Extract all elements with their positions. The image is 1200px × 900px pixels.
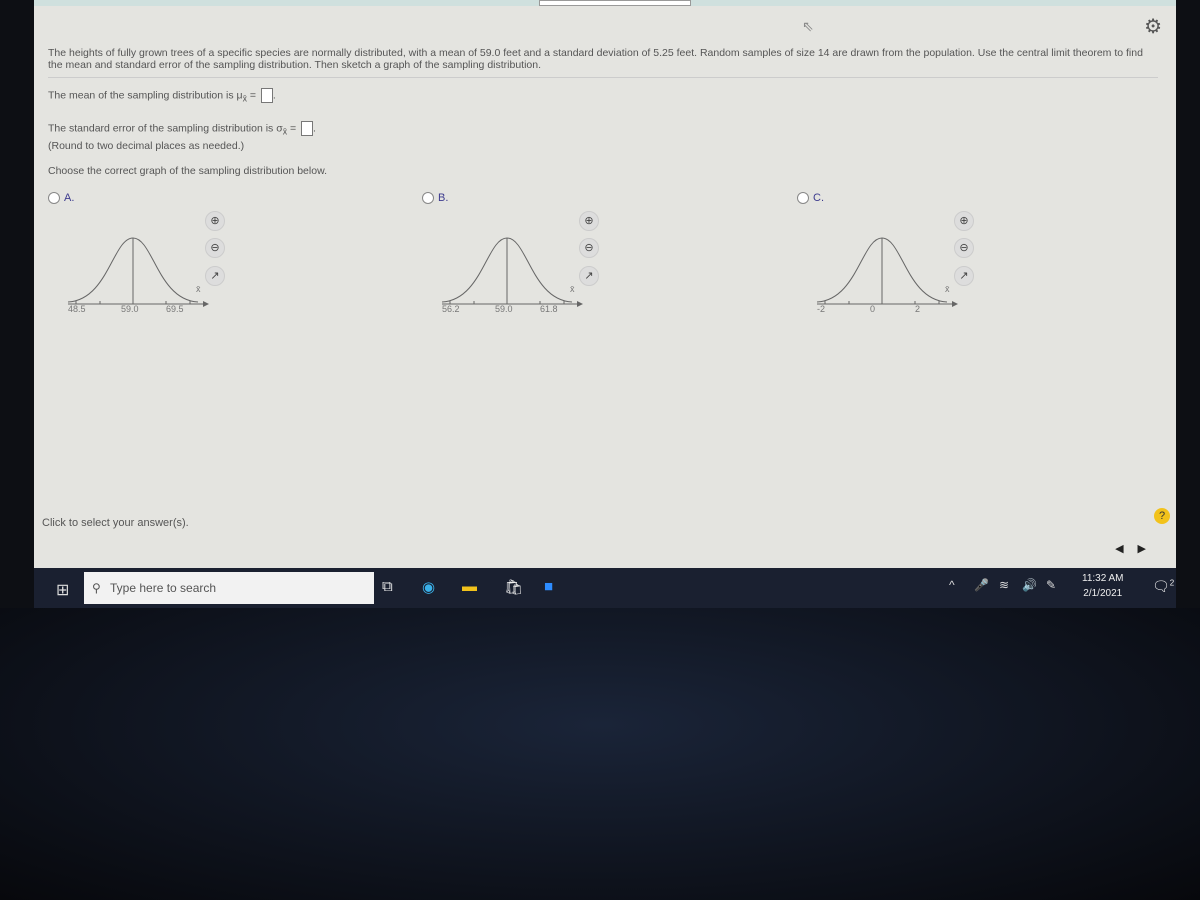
zoom-app-icon[interactable]: ■ (544, 578, 553, 595)
volume-icon[interactable]: 🔊 (1022, 578, 1037, 592)
wifi-icon[interactable]: ≋ (999, 578, 1009, 592)
notifications-icon[interactable]: 🗨2 (1152, 578, 1174, 595)
search-icon: ⚲ (92, 581, 101, 595)
option-b[interactable]: B. (422, 192, 448, 205)
prev-icon[interactable]: ◀ (1115, 543, 1137, 555)
zoom-in-icon[interactable]: ⊕ (579, 211, 599, 231)
graph-a: x̄ 48.5 59.0 69.5 (67, 232, 218, 322)
tick-label: 61.8 (540, 304, 558, 314)
zoom-in-icon[interactable]: ⊕ (205, 211, 225, 231)
tick-label: 59.0 (121, 304, 139, 314)
axis-arrow (952, 301, 958, 307)
gear-icon[interactable]: ⚙ (1144, 14, 1162, 39)
graph-b: x̄ 56.2 59.0 61.8 (441, 232, 592, 322)
edge-icon[interactable]: ◉ (422, 578, 435, 596)
tick-label: -2 (817, 304, 826, 314)
keyboard-background (0, 608, 1200, 900)
tick-label: 2 (915, 304, 921, 314)
tab[interactable] (539, 0, 691, 6)
tick-label: 48.5 (68, 304, 86, 314)
tick-label: 0 (870, 304, 876, 314)
status-text: Click to select your answer(s). (42, 517, 189, 529)
se-input[interactable] (301, 121, 314, 136)
browser-screen: ⇖ ⚙ The heights of fully grown trees of … (34, 0, 1176, 568)
axis-label: x̄ (945, 284, 950, 294)
mean-input[interactable] (260, 88, 273, 103)
axis-arrow (203, 301, 209, 307)
open-external-icon[interactable]: ↗ (579, 266, 599, 286)
radio-button[interactable] (797, 192, 809, 205)
zoom-out-icon[interactable]: ⊖ (954, 238, 974, 258)
option-c[interactable]: C. (797, 192, 824, 205)
axis-arrow (577, 301, 583, 307)
pen-icon[interactable]: ✎ (1046, 578, 1056, 592)
option-a[interactable]: A. (48, 192, 74, 205)
task-view-icon[interactable]: ⧉ (382, 578, 393, 595)
microphone-icon[interactable]: 🎤 (974, 578, 989, 592)
windows-start-icon[interactable]: ⊞ (56, 580, 69, 600)
taskbar: ⊞ ⚲ Type here to search ⧉ ◉ ▬ 🛍 ■ ^ 🎤 ≋ 🔊… (34, 568, 1176, 608)
axis-label: x̄ (196, 284, 201, 294)
zoom-out-icon[interactable]: ⊖ (579, 238, 599, 258)
graph-c: x̄ -2 0 2 (816, 232, 967, 322)
zoom-in-icon[interactable]: ⊕ (954, 211, 974, 231)
taskbar-search[interactable]: ⚲ Type here to search (84, 572, 374, 604)
open-external-icon[interactable]: ↗ (205, 266, 225, 286)
cursor-icon: ⇖ (802, 18, 814, 34)
normal-curve: x̄ (67, 237, 209, 307)
normal-curve: x̄ (441, 237, 583, 307)
tick-label: 56.2 (442, 304, 460, 314)
tick-label: 59.0 (495, 304, 513, 314)
chevron-up-icon[interactable]: ^ (949, 578, 955, 592)
open-external-icon[interactable]: ↗ (954, 266, 974, 286)
tick-label: 69.5 (166, 304, 184, 314)
se-line: The standard error of the sampling distr… (48, 121, 316, 137)
file-explorer-icon[interactable]: ▬ (462, 578, 477, 595)
next-icon[interactable]: ▶ (1138, 543, 1160, 555)
radio-button[interactable] (48, 192, 60, 205)
help-button[interactable]: ? (1154, 508, 1170, 524)
store-icon[interactable]: 🛍 (504, 578, 523, 596)
axis-label: x̄ (570, 284, 575, 294)
zoom-out-icon[interactable]: ⊖ (205, 238, 225, 258)
mean-line: The mean of the sampling distribution is… (48, 88, 276, 104)
radio-button[interactable] (422, 192, 434, 205)
choose-prompt: Choose the correct graph of the sampling… (48, 165, 327, 177)
round-note: (Round to two decimal places as needed.) (48, 140, 245, 152)
clock[interactable]: 11:32 AM 2/1/2021 (1082, 571, 1124, 601)
question-text: The heights of fully grown trees of a sp… (48, 47, 1158, 78)
normal-curve: x̄ (816, 237, 958, 307)
nav-arrows[interactable]: ◀▶ (1115, 542, 1160, 555)
